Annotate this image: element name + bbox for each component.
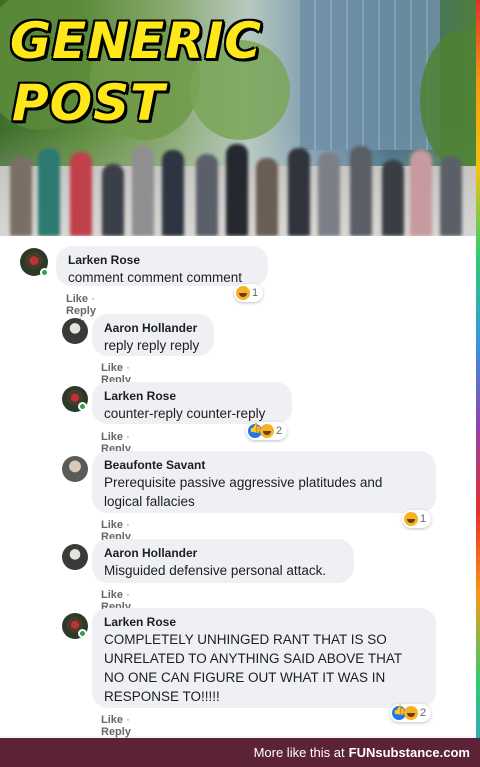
haha-reaction-icon: [404, 706, 418, 720]
reaction-badge[interactable]: 2: [390, 704, 432, 722]
comment-text-line: logical fallacies: [104, 494, 195, 509]
online-indicator-icon: [78, 402, 87, 411]
like-button[interactable]: Like: [66, 293, 88, 305]
haha-reaction-icon: [236, 286, 250, 300]
comment-text-line: RESPONSE TO!!!!!: [104, 689, 220, 704]
comment-bubble: Larken Rose comment comment comment: [56, 246, 268, 286]
avatar[interactable]: [62, 544, 88, 570]
reaction-count: 1: [420, 513, 427, 525]
watermark-footer: More like this at FUNsubstance.com: [0, 738, 480, 767]
like-button[interactable]: Like: [101, 714, 123, 726]
reaction-badge[interactable]: 2: [246, 422, 288, 440]
comment-author[interactable]: Aaron Hollander: [104, 546, 342, 561]
avatar[interactable]: [62, 456, 88, 482]
like-button[interactable]: Like: [101, 589, 123, 601]
comment-bubble: Aaron Hollander reply reply reply: [92, 314, 214, 356]
comment-text-line: UNRELATED TO ANYTHING SAID ABOVE THAT: [104, 651, 403, 666]
comment-text-line: NO ONE CAN FIGURE OUT WHAT IT WAS IN: [104, 670, 386, 685]
comment-text: reply reply reply: [104, 338, 200, 353]
haha-reaction-icon: [260, 424, 274, 438]
comment-author[interactable]: Aaron Hollander: [104, 321, 202, 336]
comment-bubble: Aaron Hollander Misguided defensive pers…: [92, 539, 354, 583]
comment-bubble: Larken Rose counter-reply counter-reply: [92, 382, 292, 424]
footer-brand-link[interactable]: FUNsubstance.com: [349, 745, 470, 760]
like-button[interactable]: Like: [101, 431, 123, 443]
haha-reaction-icon: [404, 512, 418, 526]
comment-text: comment comment comment: [68, 270, 243, 285]
avatar[interactable]: [62, 318, 88, 344]
comment-text: counter-reply counter-reply: [104, 406, 266, 421]
like-button[interactable]: Like: [101, 362, 123, 374]
reaction-badge[interactable]: 1: [402, 510, 432, 528]
comment-author[interactable]: Beaufonte Savant: [104, 458, 424, 473]
comment-author[interactable]: Larken Rose: [104, 389, 280, 404]
reaction-badge[interactable]: 1: [234, 284, 264, 302]
reply-button[interactable]: Reply: [66, 305, 96, 317]
reaction-count: 2: [276, 425, 283, 437]
reaction-count: 2: [420, 707, 427, 719]
header-image: GENERIC POST: [0, 0, 476, 236]
rainbow-border: [476, 0, 480, 767]
comment-text-line: Prerequisite passive aggressive platitud…: [104, 475, 383, 490]
comment-thread: Larken Rose comment comment comment Like…: [0, 236, 476, 750]
online-indicator-icon: [40, 268, 49, 277]
comment-author[interactable]: Larken Rose: [104, 615, 424, 630]
like-button[interactable]: Like: [101, 519, 123, 531]
comment-bubble: Larken Rose COMPLETELY UNHINGED RANT THA…: [92, 608, 436, 708]
footer-prefix: More like this at: [253, 745, 345, 760]
reply-button[interactable]: Reply: [101, 726, 131, 738]
reaction-count: 1: [252, 287, 259, 299]
comment-text: Misguided defensive personal attack.: [104, 563, 327, 578]
comment-bubble: Beaufonte Savant Prerequisite passive ag…: [92, 451, 436, 513]
comment-author[interactable]: Larken Rose: [68, 253, 256, 268]
post-title-line1: GENERIC: [10, 12, 262, 70]
online-indicator-icon: [78, 629, 87, 638]
comment-text-line: COMPLETELY UNHINGED RANT THAT IS SO: [104, 632, 387, 647]
post-title-line2: POST: [12, 74, 166, 132]
